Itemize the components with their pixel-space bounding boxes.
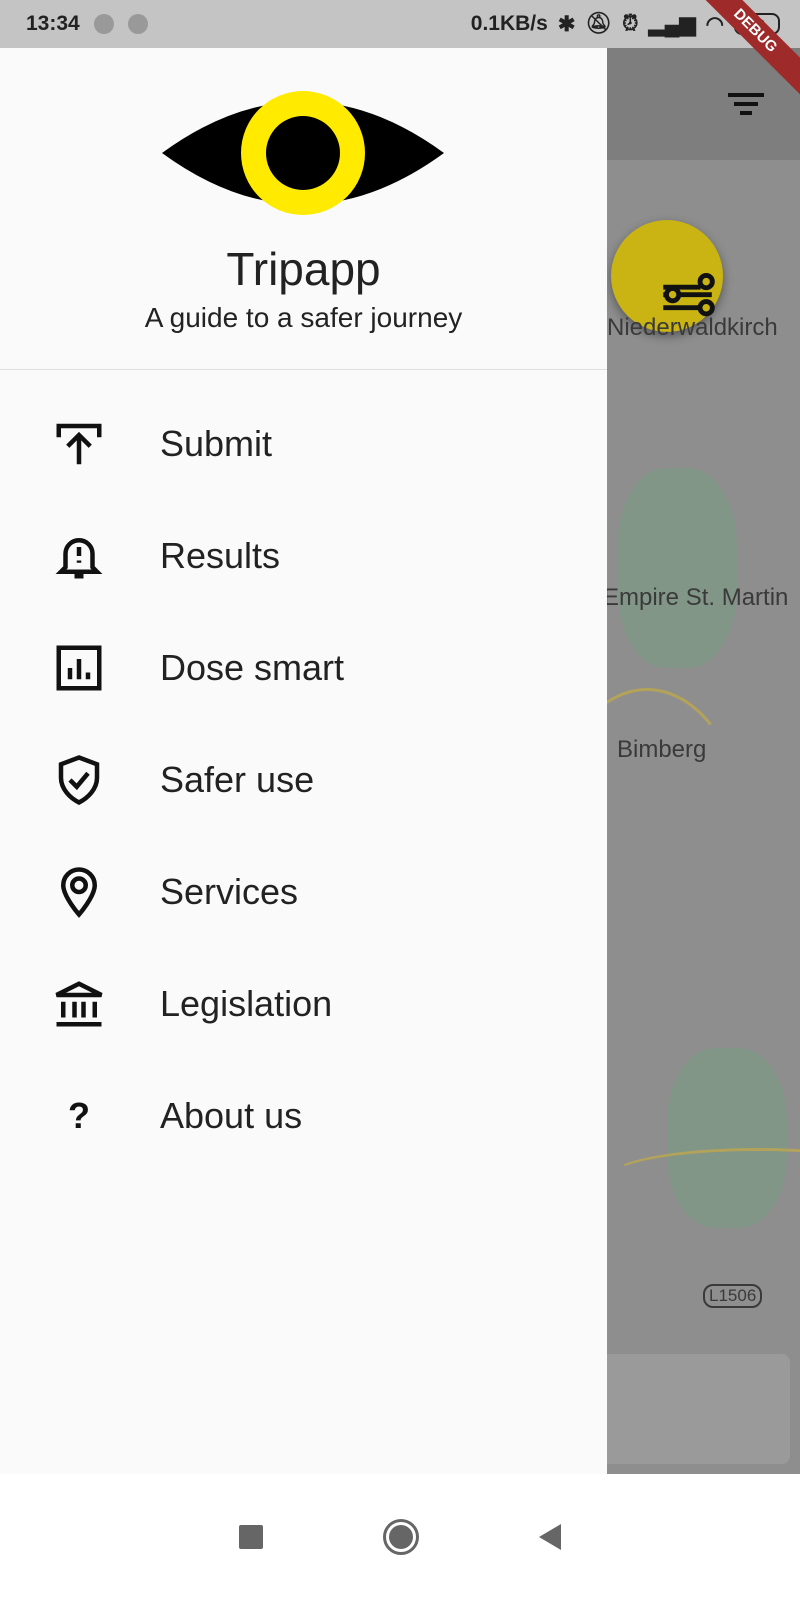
bank-icon xyxy=(55,981,103,1027)
notification-icon xyxy=(93,14,114,34)
app-subtitle: A guide to a safer journey xyxy=(144,302,463,333)
location-pin-icon xyxy=(60,867,98,918)
menu-item-safer-use[interactable]: Safer use xyxy=(0,724,607,836)
menu-item-results[interactable]: Results xyxy=(0,500,607,612)
notification-icon xyxy=(127,14,148,34)
question-icon: ? xyxy=(68,1095,90,1136)
map-road xyxy=(607,688,747,988)
status-bar: 13:34 0.1KB/s ✱ 🔕︎ ⏰︎ ▂▄▆ ◠ 52 xyxy=(0,0,800,48)
menu-item-dose-smart[interactable]: Dose smart xyxy=(0,612,607,724)
bell-alert-icon xyxy=(55,538,103,579)
navigation-drawer: Tripapp A guide to a safer journey Submi… xyxy=(0,48,607,1474)
map-area xyxy=(617,468,737,668)
menu-item-submit[interactable]: Submit xyxy=(0,388,607,500)
system-nav-bar xyxy=(0,1474,800,1600)
drawer-header: Tripapp A guide to a safer journey xyxy=(0,48,607,370)
map-road xyxy=(607,1148,800,1208)
recents-button[interactable] xyxy=(239,1525,263,1549)
map[interactable]: Niederwaldkirch Empire St. Martin Bimber… xyxy=(607,48,800,1474)
road-label: L1506 xyxy=(703,1284,763,1308)
shield-check-icon xyxy=(58,755,100,806)
app-title: Tripapp xyxy=(226,243,381,295)
menu-item-label: Safer use xyxy=(160,759,315,800)
bluetooth-icon: ✱ xyxy=(557,12,576,36)
upload-icon xyxy=(56,423,102,465)
menu-item-label: Legislation xyxy=(160,983,333,1024)
menu-item-label: Services xyxy=(160,871,299,912)
menu-item-label: About us xyxy=(160,1095,303,1136)
map-label: Bimberg xyxy=(617,736,707,763)
back-button[interactable] xyxy=(539,1524,561,1550)
menu-item-label: Results xyxy=(160,535,281,576)
time: 13:34 xyxy=(26,12,80,35)
menu-item-label: Submit xyxy=(160,423,273,464)
map-label: Empire St. Martin xyxy=(607,584,789,611)
bell-off-icon: 🔕︎ xyxy=(585,12,613,35)
net-speed: 0.1KB/s xyxy=(470,12,548,35)
menu-item-label: Dose smart xyxy=(160,647,345,688)
map-card[interactable] xyxy=(607,1354,790,1464)
map-label: Niederwaldkirch xyxy=(607,314,778,341)
filter-icon[interactable] xyxy=(728,88,764,120)
chart-icon xyxy=(56,645,102,691)
menu-item-legislation[interactable]: Legislation xyxy=(0,948,607,1060)
alarm-icon: ⏰︎ xyxy=(622,12,639,35)
menu-item-about-us[interactable]: ? About us xyxy=(0,1060,607,1172)
home-button[interactable] xyxy=(383,1519,419,1555)
eye-logo xyxy=(162,91,444,215)
menu-item-services[interactable]: Services xyxy=(0,836,607,948)
signal-icon: ▂▄▆ xyxy=(648,12,696,36)
